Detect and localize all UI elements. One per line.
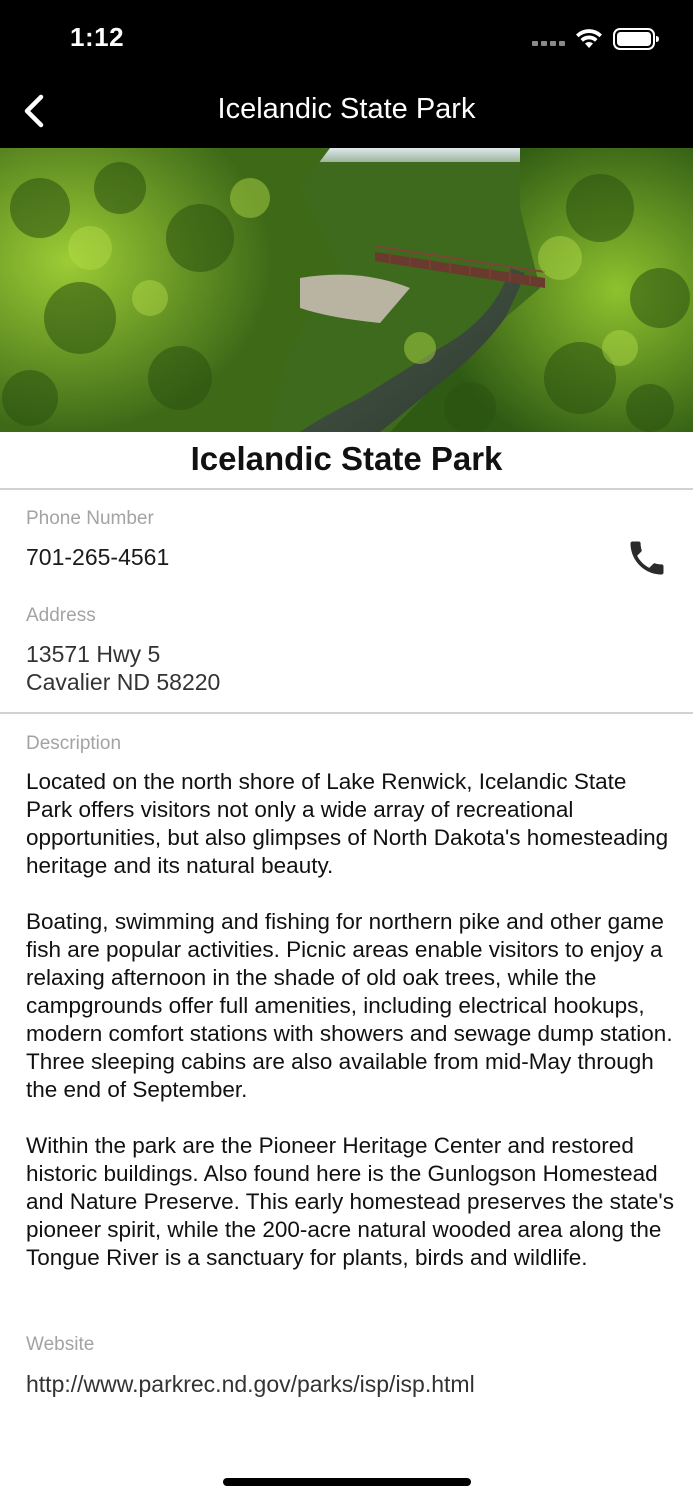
description-text: Located on the north shore of Lake Renwi… — [26, 768, 676, 1300]
divider — [0, 712, 693, 714]
description-paragraph: Within the park are the Pioneer Heritage… — [26, 1133, 674, 1270]
status-time: 1:12 — [70, 22, 125, 52]
navigation-bar: Icelandic State Park — [0, 75, 693, 148]
wifi-icon — [576, 29, 602, 48]
description-paragraph: Located on the north shore of Lake Renwi… — [26, 769, 669, 878]
address-label: Address — [26, 605, 96, 626]
address-line-2: Cavalier ND 58220 — [26, 669, 221, 695]
description-paragraph: Boating, swimming and fishing for northe… — [26, 909, 673, 1102]
description-label: Description — [26, 733, 122, 754]
phone-label: Phone Number — [26, 508, 154, 529]
park-photo — [0, 148, 693, 432]
park-name: Icelandic State Park — [190, 440, 503, 477]
phone-icon[interactable] — [625, 536, 669, 580]
website-link[interactable]: http://www.parkrec.nd.gov/parks/isp/isp.… — [26, 1370, 475, 1398]
website-label: Website — [26, 1334, 95, 1355]
battery-icon — [613, 28, 659, 50]
cellular-signal-icon — [532, 41, 565, 46]
home-indicator[interactable] — [223, 1478, 471, 1486]
phone-number[interactable]: 701-265-4561 — [26, 543, 169, 571]
nav-title: Icelandic State Park — [217, 93, 476, 125]
address-line-1: 13571 Hwy 5 — [26, 641, 161, 667]
status-bar: 1:12 — [0, 0, 693, 75]
divider — [0, 488, 693, 490]
